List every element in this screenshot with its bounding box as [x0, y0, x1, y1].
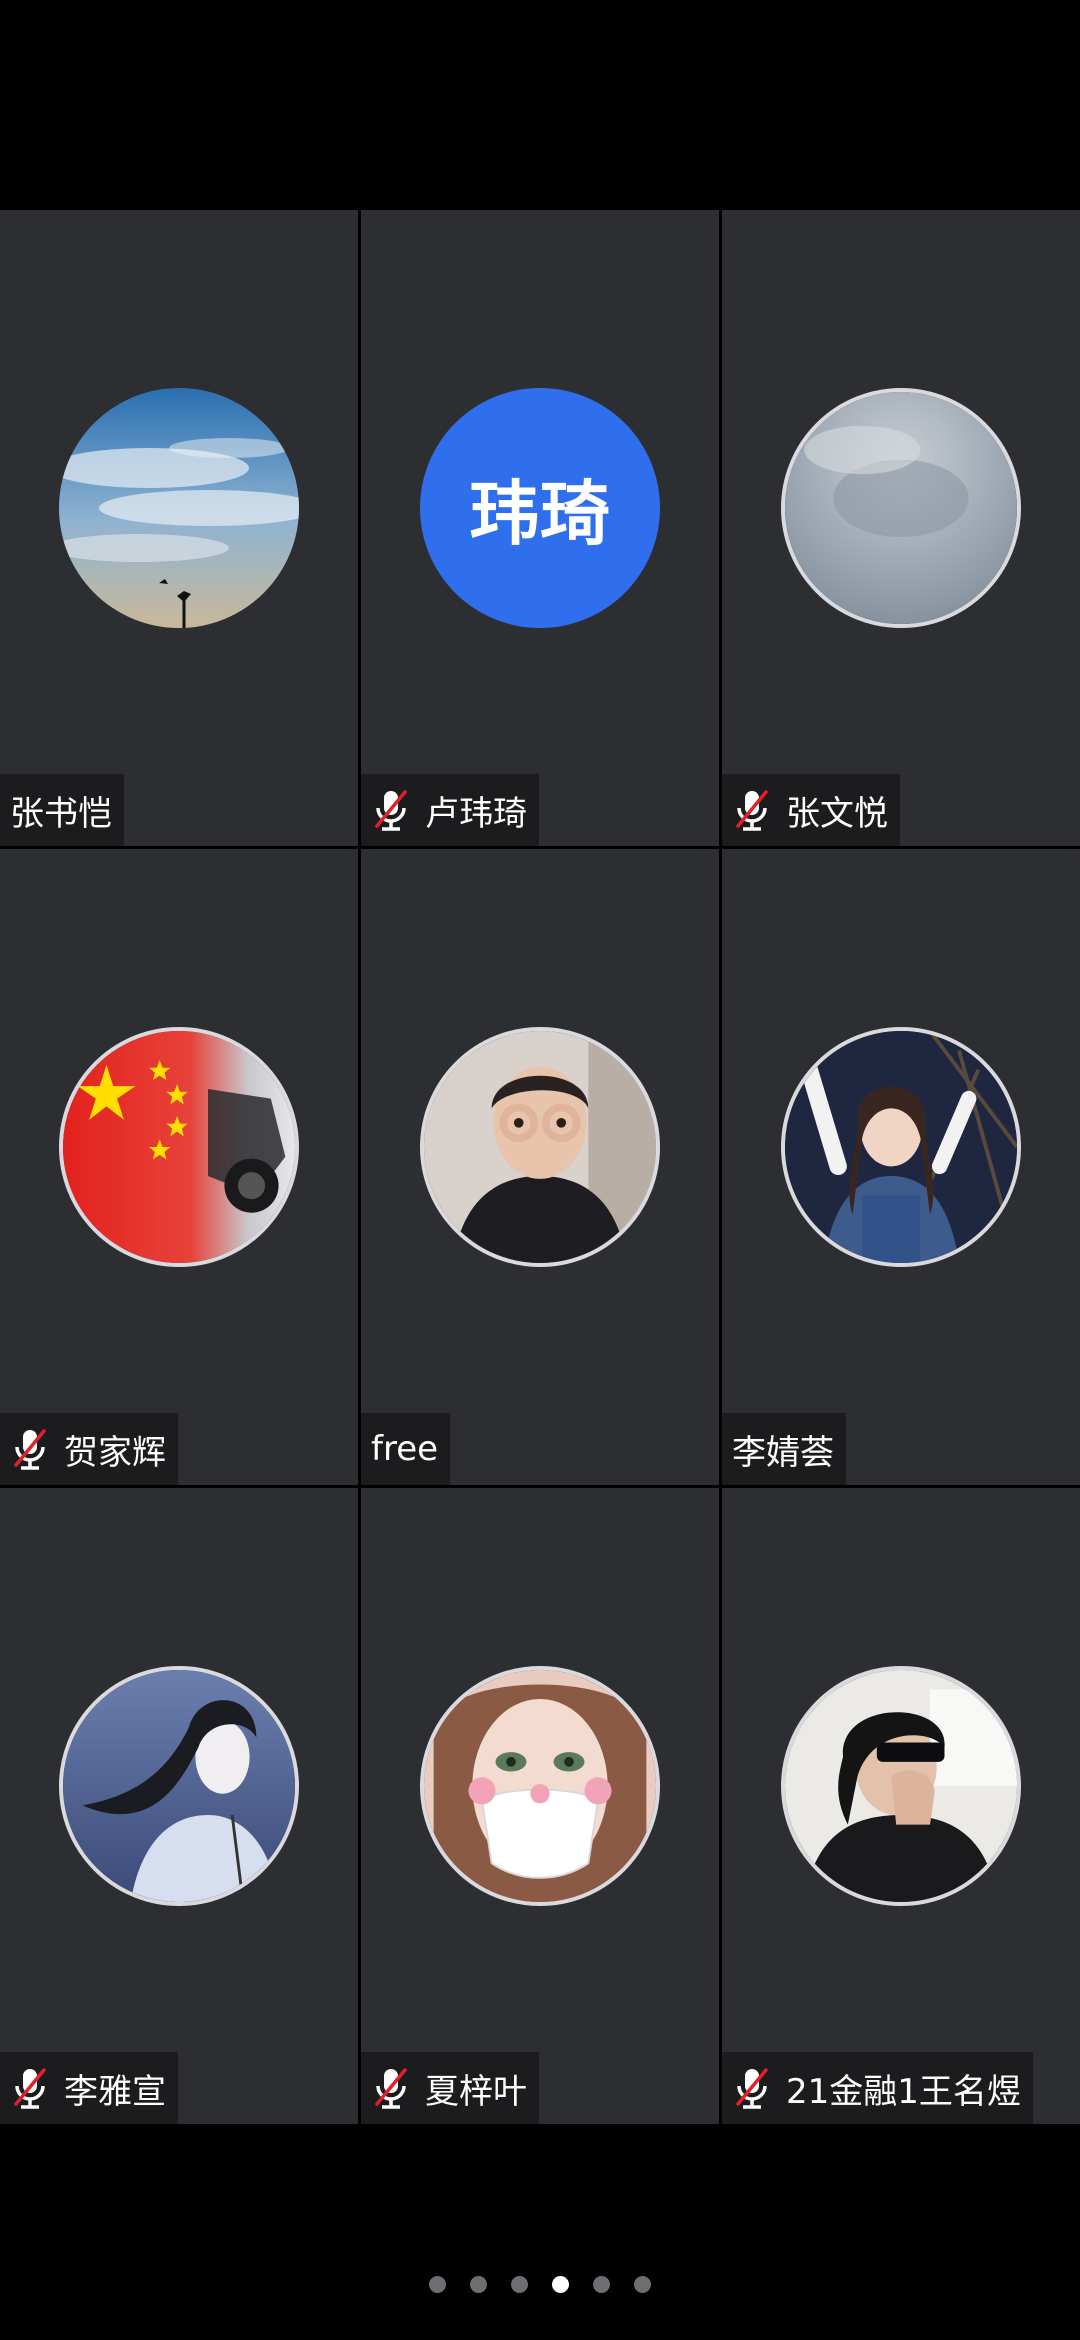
mic-muted-icon [371, 2066, 411, 2110]
avatar [781, 1027, 1021, 1267]
participant-name: 李雅宣 [64, 2071, 166, 2112]
participant-tile[interactable]: 夏梓叶 [361, 1488, 719, 2124]
participant-name: 张文悦 [786, 793, 888, 834]
participant-name: 卢玮琦 [425, 793, 527, 834]
page-dot[interactable] [429, 2275, 446, 2293]
participant-name-tag: 张文悦 [722, 774, 900, 846]
mic-muted-icon [10, 2066, 50, 2110]
participant-name: 贺家辉 [64, 1432, 166, 1473]
participant-name-tag: 贺家辉 [0, 1413, 178, 1485]
mic-muted-icon [732, 788, 772, 832]
mic-muted-icon [10, 1427, 50, 1471]
participant-name-tag: 李雅宣 [0, 2052, 178, 2124]
page-dot[interactable] [470, 2275, 487, 2293]
page-dot[interactable] [593, 2275, 610, 2293]
participant-tile[interactable]: 玮琦 卢玮琦 [361, 210, 719, 846]
participant-tile[interactable]: 李雅宣 [0, 1488, 358, 2124]
participant-tile[interactable]: 贺家辉 [0, 849, 358, 1485]
avatar [59, 1666, 299, 1906]
participant-tile[interactable]: 张书恺 [0, 210, 358, 846]
avatar [420, 1027, 660, 1267]
participant-grid: 张书恺 玮琦 卢玮琦 张文悦 贺家辉 free 李婧荟 李雅宣 夏梓叶 21金融… [0, 210, 1080, 2130]
mic-muted-icon [371, 788, 411, 832]
avatar [781, 388, 1021, 628]
participant-name-tag: 李婧荟 [722, 1413, 846, 1485]
page-dot[interactable] [511, 2275, 528, 2293]
participant-name: 21金融1王名煜 [786, 2071, 1021, 2112]
participant-name-tag: free [361, 1413, 451, 1485]
page-dot[interactable] [634, 2275, 651, 2293]
avatar [781, 1666, 1021, 1906]
participant-name-tag: 张书恺 [0, 774, 124, 846]
participant-name: 李婧荟 [732, 1432, 834, 1473]
participant-name: 张书恺 [10, 793, 112, 834]
avatar-initials: 玮琦 [469, 472, 611, 555]
participant-tile[interactable]: 21金融1王名煜 [722, 1488, 1080, 2124]
avatar [59, 388, 299, 628]
page-indicator[interactable] [0, 2268, 1080, 2300]
avatar [420, 1666, 660, 1906]
participant-name-tag: 夏梓叶 [361, 2052, 539, 2124]
participant-name: 夏梓叶 [425, 2071, 527, 2112]
participant-name-tag: 卢玮琦 [361, 774, 539, 846]
avatar [59, 1027, 299, 1267]
participant-name-tag: 21金融1王名煜 [722, 2052, 1033, 2124]
avatar: 玮琦 [420, 388, 660, 628]
page-dot-active[interactable] [552, 2275, 569, 2293]
participant-tile[interactable]: 李婧荟 [722, 849, 1080, 1485]
mic-muted-icon [732, 2066, 772, 2110]
participant-tile[interactable]: 张文悦 [722, 210, 1080, 846]
participant-tile[interactable]: free [361, 849, 719, 1485]
participant-name: free [371, 1429, 439, 1469]
